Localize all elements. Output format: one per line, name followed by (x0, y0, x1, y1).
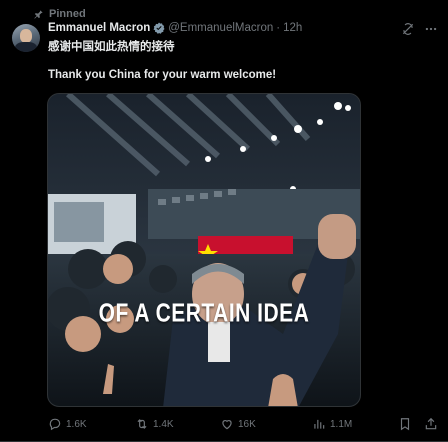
media-caption: OF A CERTAIN IDEA (98, 299, 310, 328)
repost-icon (137, 419, 147, 429)
more-options-icon[interactable] (424, 22, 438, 36)
separator-dot: · (276, 22, 281, 34)
heart-icon (222, 420, 232, 430)
reply-count: 1.6K (66, 418, 87, 430)
views-button[interactable]: 1.1M (312, 417, 352, 431)
avatar[interactable] (12, 24, 40, 52)
author-handle[interactable]: @EmmanuelMacron (168, 22, 273, 34)
tweet-time[interactable]: 12h (283, 22, 302, 34)
author-name[interactable]: Emmanuel Macron (48, 22, 150, 34)
verified-badge-icon[interactable] (153, 22, 165, 34)
tweet-text-english: Thank you China for your warm welcome! (48, 69, 277, 81)
tweet-header: Emmanuel Macron @EmmanuelMacron · 12h (48, 22, 302, 34)
reply-icon (49, 418, 61, 431)
reply-button[interactable]: 1.6K (48, 417, 87, 431)
repost-button[interactable]: 1.4K (135, 417, 174, 431)
grok-icon[interactable] (401, 22, 415, 36)
share-button[interactable] (424, 417, 438, 436)
bookmark-icon (400, 418, 410, 431)
pinned-label: Pinned (49, 8, 86, 20)
crowd-selfie-photo (48, 94, 360, 406)
pin-icon (34, 9, 43, 19)
tweet-text-chinese: 感谢中国如此热情的接待 (48, 41, 175, 53)
views-count: 1.1M (330, 418, 353, 430)
tweet-card[interactable]: Pinned Emmanuel Macron @EmmanuelMacron ·… (0, 0, 448, 442)
like-count: 16K (238, 418, 256, 430)
tweet-media-image[interactable]: OF A CERTAIN IDEA (47, 93, 361, 407)
analytics-icon (314, 419, 325, 429)
bookmark-button[interactable] (398, 417, 412, 436)
like-button[interactable]: 16K (220, 417, 256, 431)
action-bar: 1.6K 1.4K 16K 1.1M (48, 417, 440, 433)
repost-count: 1.4K (153, 418, 174, 430)
pinned-indicator: Pinned (33, 8, 86, 20)
share-icon (425, 417, 437, 430)
